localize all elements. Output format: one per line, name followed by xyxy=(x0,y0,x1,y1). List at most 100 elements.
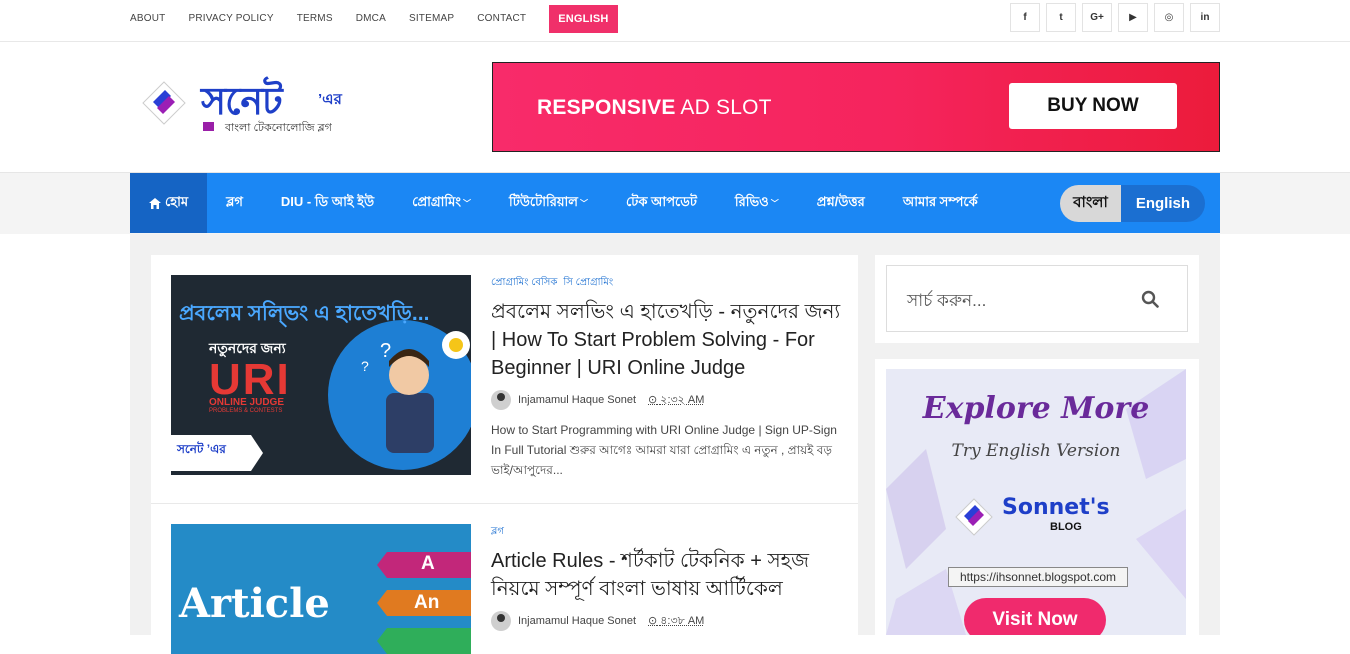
lang-english-button[interactable]: English xyxy=(1120,185,1205,222)
thumb-headline: প্রবলেম সল্ভিং এ হাতেখড়ি... xyxy=(179,302,430,325)
nav-item-label: DIU - ডি আই ইউ xyxy=(280,193,375,209)
main-nav: হোম ব্লগ DIU - ডি আই ইউ প্রোগ্রামিং ﹀ টিউ… xyxy=(130,173,1220,233)
category-link[interactable]: ব্লগ xyxy=(491,526,504,537)
chevron-down-icon: ﹀ xyxy=(770,198,779,208)
post-list: ? ? প্রবলেম সল্ভিং এ হাতেখড়ি... নতুনদের… xyxy=(151,255,858,654)
twitter-icon[interactable]: t xyxy=(1046,3,1076,32)
top-link-contact[interactable]: CONTACT xyxy=(477,13,526,24)
english-button[interactable]: ENGLISH xyxy=(549,4,618,33)
thumb-small-text-2: PROBLEMS & CONTESTS xyxy=(209,408,283,414)
thumb-tag-an: An xyxy=(414,592,440,613)
logo-suffix: ’এর xyxy=(318,91,342,108)
home-icon xyxy=(149,197,161,209)
post-meta: Injamamul Haque Sonet ⊙ ২:৩২ AM xyxy=(491,390,841,410)
post-meta: Injamamul Haque Sonet ⊙ ৪:৩৮ AM xyxy=(491,611,841,631)
social-links: f t G+ ▶ ◎ in xyxy=(1004,3,1220,32)
nav-item-label: আমার সম্পর্কে xyxy=(902,193,978,209)
promo-heading: Explore More xyxy=(922,391,1150,426)
avatar xyxy=(491,390,511,410)
post-excerpt: How to Start Programming with URI Online… xyxy=(491,423,837,477)
post-thumbnail[interactable]: ? ? প্রবলেম সল্ভিং এ হাতেখড়ি... নতুনদের… xyxy=(171,275,471,475)
post-divider xyxy=(151,503,858,504)
search-box[interactable]: সার্চ করুন... xyxy=(886,265,1188,332)
nav-item-label: প্রোগ্রামিং xyxy=(412,193,461,209)
promo-logo-icon xyxy=(955,498,993,536)
post-categories: ব্লগ xyxy=(491,524,841,541)
nav-item-home[interactable]: হোম xyxy=(130,173,208,233)
nav-item-programming[interactable]: প্রোগ্রামিং ﹀ xyxy=(393,173,490,233)
ad-text-normal: AD SLOT xyxy=(675,96,772,119)
post-time[interactable]: ⊙ ২:৩২ AM xyxy=(648,391,704,410)
ad-text: RESPONSIVE AD SLOT xyxy=(537,96,772,120)
ad-banner[interactable]: RESPONSIVE AD SLOT BUY NOW xyxy=(492,62,1220,152)
linkedin-icon[interactable]: in xyxy=(1190,3,1220,32)
nav-item-tutorial[interactable]: টিউটোরিয়াল ﹀ xyxy=(490,173,607,233)
top-link-terms[interactable]: TERMS xyxy=(297,13,333,24)
logo-subtitle: বাংলা টেকনোলোজি ব্লগ xyxy=(225,122,332,134)
visit-now-button[interactable]: Visit Now xyxy=(964,598,1106,635)
post-info: ব্লগ Article Rules - শর্টকাট টেকনিক + সহ… xyxy=(491,524,841,631)
svg-text:?: ? xyxy=(380,340,391,362)
top-bar: ABOUT PRIVACY POLICY TERMS DMCA SITEMAP … xyxy=(0,0,1350,42)
nav-item-label: ব্লগ xyxy=(226,193,243,209)
nav-item-tech-update[interactable]: টেক আপডেট xyxy=(607,173,716,233)
post-card: ? ? প্রবলেম সল্ভিং এ হাতেখড়ি... নতুনদের… xyxy=(171,275,840,477)
nav-item-blog[interactable]: ব্লগ xyxy=(207,173,262,233)
nav-item-label: প্রশ্ন/উত্তর xyxy=(816,193,865,209)
clock-icon: ⊙ xyxy=(648,614,658,627)
promo-brand-blog: BLOG xyxy=(1050,521,1082,533)
post-time-text: ২:৩২ AM xyxy=(660,393,705,406)
post-title[interactable]: প্রবলেম সলভিং এ হাতেখড়ি - নতুনদের জন্য … xyxy=(491,298,841,382)
buy-now-button[interactable]: BUY NOW xyxy=(1009,83,1177,129)
nav-home-label: হোম xyxy=(165,193,189,209)
nav-item-qa[interactable]: প্রশ্ন/উত্তর xyxy=(798,173,884,233)
google-plus-icon[interactable]: G+ xyxy=(1082,3,1112,32)
top-link-privacy-policy[interactable]: PRIVACY POLICY xyxy=(188,13,273,24)
promo-url: https://ihsonnet.blogspot.com xyxy=(948,567,1128,587)
top-link-about[interactable]: ABOUT xyxy=(130,13,165,24)
post-author[interactable]: Injamamul Haque Sonet xyxy=(518,615,636,627)
nav-item-label: রিভিও xyxy=(734,193,769,209)
nav-item-about-me[interactable]: আমার সম্পর্কে xyxy=(884,173,997,233)
lang-bangla-button[interactable]: বাংলা xyxy=(1060,185,1121,222)
post-info: প্রোগ্রামিং বেসিক সি প্রোগ্রামিং প্রবলেম … xyxy=(491,275,841,480)
promo-brand-name: Sonnet's xyxy=(1002,495,1110,520)
chevron-down-icon: ﹀ xyxy=(462,198,471,208)
search-icon[interactable] xyxy=(1141,290,1159,308)
post-author[interactable]: Injamamul Haque Sonet xyxy=(518,394,636,406)
avatar xyxy=(491,611,511,631)
thumb-tag-a: A xyxy=(421,553,435,574)
nav-wrapper: হোম ব্লগ DIU - ডি আই ইউ প্রোগ্রামিং ﹀ টিউ… xyxy=(0,172,1350,234)
post-time[interactable]: ⊙ ৪:৩৮ AM xyxy=(648,612,704,631)
nav-item-diu[interactable]: DIU - ডি আই ইউ xyxy=(262,173,393,233)
category-link[interactable]: সি প্রোগ্রামিং xyxy=(563,277,613,288)
svg-text:?: ? xyxy=(361,358,369,374)
sidebar-promo-widget: Explore More Try English Version Sonnet'… xyxy=(875,359,1199,635)
post-time-text: ৪:৩৮ AM xyxy=(660,614,705,627)
header: সনেট ’এর বাংলা টেকনোলোজি ব্লগ RESPONSIVE… xyxy=(0,42,1350,172)
post-categories: প্রোগ্রামিং বেসিক সি প্রোগ্রামিং xyxy=(491,275,841,292)
nav-item-label: টিউটোরিয়াল xyxy=(508,193,578,209)
nav-item-review[interactable]: রিভিও ﹀ xyxy=(716,173,798,233)
logo-square xyxy=(203,122,214,131)
thumb-small-text: ONLINE JUDGE xyxy=(209,397,285,408)
top-links: ABOUT PRIVACY POLICY TERMS DMCA SITEMAP … xyxy=(130,4,641,33)
chevron-down-icon: ﹀ xyxy=(579,198,588,208)
thumb-article-word: Article xyxy=(179,580,330,627)
nav-item-label: টেক আপডেট xyxy=(625,193,697,209)
site-logo[interactable]: সনেট ’এর বাংলা টেকনোলোজি ব্লগ xyxy=(135,72,365,172)
search-input[interactable]: সার্চ করুন... xyxy=(907,288,986,316)
content-area: ? ? প্রবলেম সল্ভিং এ হাতেখড়ি... নতুনদের… xyxy=(130,234,1220,654)
language-switch: বাংলা English xyxy=(1060,185,1205,222)
ad-text-bold: RESPONSIVE xyxy=(537,96,676,119)
github-icon[interactable]: ◎ xyxy=(1154,3,1184,32)
thumb-badge: সনেট ’এর xyxy=(177,442,226,456)
top-link-sitemap[interactable]: SITEMAP xyxy=(409,13,454,24)
category-link[interactable]: প্রোগ্রামিং বেসিক xyxy=(491,277,557,288)
facebook-icon[interactable]: f xyxy=(1010,3,1040,32)
promo-banner[interactable]: Explore More Try English Version Sonnet'… xyxy=(886,369,1186,635)
logo-mark-icon xyxy=(142,81,186,125)
post-title[interactable]: Article Rules - শর্টকাট টেকনিক + সহজ নিয… xyxy=(491,547,841,603)
top-link-dmca[interactable]: DMCA xyxy=(356,13,386,24)
youtube-icon[interactable]: ▶ xyxy=(1118,3,1148,32)
